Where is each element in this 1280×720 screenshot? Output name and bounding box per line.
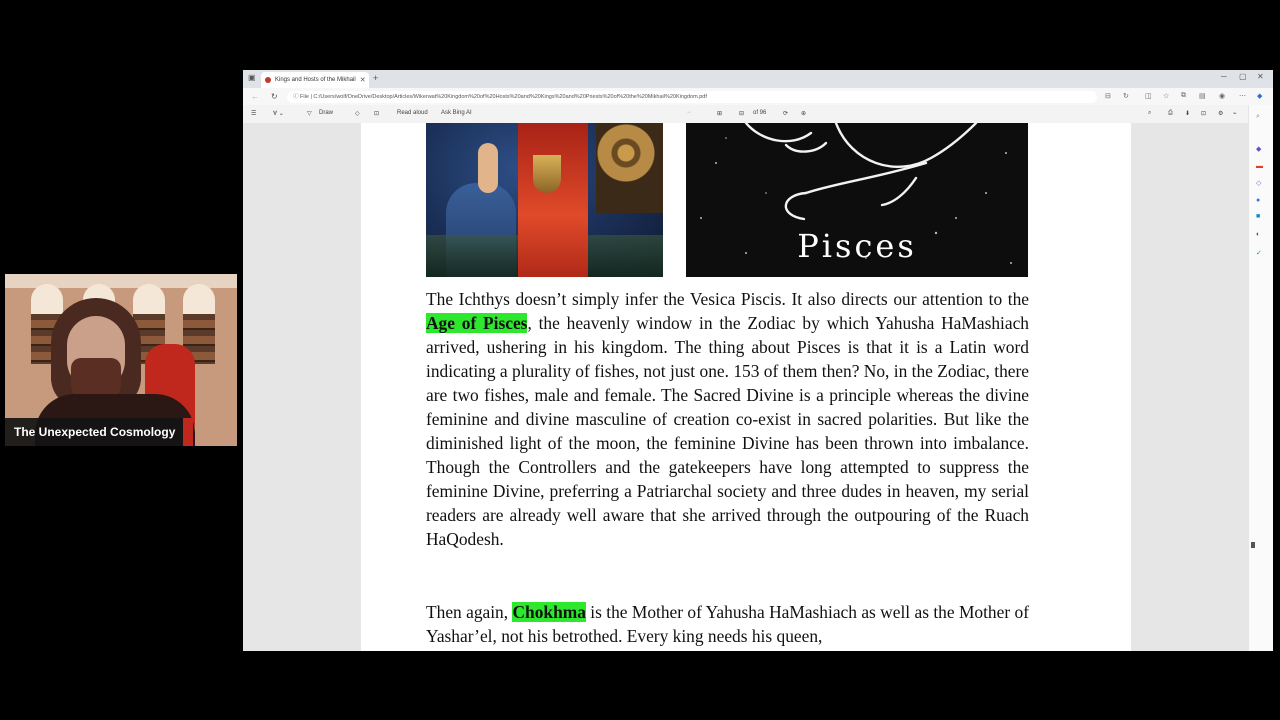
- copilot-icon[interactable]: ◆: [1257, 92, 1262, 100]
- more-icon[interactable]: ⋯: [1239, 92, 1246, 100]
- eraser-icon[interactable]: ◇: [355, 110, 360, 117]
- browser-window: ▣ Kings and Hosts of the Mikhail ✕ + ─ ▢…: [243, 70, 1273, 651]
- games-icon[interactable]: ◇: [1256, 179, 1261, 187]
- print-icon[interactable]: ⎙: [1168, 110, 1173, 117]
- para2-pre: Then again,: [426, 602, 513, 622]
- zoom-out-icon[interactable]: −: [687, 110, 691, 116]
- tools-icon[interactable]: ▬: [1256, 163, 1263, 170]
- url-text: C:/Users/wolf/OneDrive/Desktop/Articles/…: [313, 94, 707, 100]
- body-paragraph-1[interactable]: The Ichthys doesn’t simply infer the Ves…: [426, 287, 1029, 551]
- search-sidebar-icon[interactable]: ⌕: [1256, 113, 1260, 121]
- address-bar[interactable]: ⓘ File | C:/Users/wolf/OneDrive/Desktop/…: [287, 91, 1097, 103]
- contents-icon[interactable]: ☰: [251, 110, 256, 117]
- pdf-more-icon[interactable]: ⌁: [1233, 110, 1237, 117]
- tab-document[interactable]: Kings and Hosts of the Mikhail ✕: [261, 72, 369, 88]
- page-view-icon[interactable]: ⊟: [739, 110, 744, 117]
- close-window-icon[interactable]: ✕: [1257, 72, 1264, 81]
- webcam-name-label: The Unexpected Cosmology: [5, 418, 189, 446]
- label-accent: [183, 418, 193, 446]
- tab-bar: ▣ Kings and Hosts of the Mikhail ✕ + ─ ▢…: [243, 70, 1273, 88]
- rotate-icon[interactable]: ⟳: [783, 110, 788, 117]
- search-icon[interactable]: ⌕: [1148, 110, 1151, 117]
- maximize-icon[interactable]: ▢: [1239, 72, 1247, 81]
- extensions-icon[interactable]: ⧉: [1181, 92, 1186, 100]
- favorites-icon[interactable]: ☆: [1163, 92, 1169, 100]
- back-icon[interactable]: ←: [251, 92, 259, 101]
- pdf-toolbar: ☰ ∀ ⌄ ▽ Draw ◇ ⊡ Read aloud Ask Bing AI …: [243, 105, 1273, 124]
- close-tab-icon[interactable]: ✕: [360, 76, 366, 84]
- read-aloud-button[interactable]: Read aloud: [397, 110, 428, 116]
- draw-button[interactable]: Draw: [319, 110, 333, 116]
- refresh-page-icon[interactable]: ↻: [1123, 92, 1129, 100]
- read-mode-icon[interactable]: ⊟: [1105, 92, 1111, 100]
- para1-post: , the heavenly window in the Zodiac by w…: [426, 313, 1030, 549]
- tab-title: Kings and Hosts of the Mikhail: [275, 77, 356, 83]
- pdf-favicon-icon: [265, 77, 271, 83]
- drop-icon[interactable]: ✓: [1256, 249, 1262, 257]
- info-icon: ⓘ: [293, 94, 301, 100]
- highlighted-word[interactable]: Chokhma: [512, 602, 586, 622]
- outlook-icon[interactable]: ■: [1256, 213, 1260, 220]
- para1-pre: attention to the: [922, 289, 1029, 309]
- new-tab-icon[interactable]: +: [373, 73, 378, 83]
- tab-actions-icon[interactable]: ▣: [248, 73, 256, 82]
- ask-ai-button[interactable]: Ask Bing AI: [441, 110, 472, 116]
- fit-page-icon[interactable]: ⊞: [717, 110, 722, 117]
- minimize-icon[interactable]: ─: [1221, 72, 1227, 81]
- painting-image: [426, 123, 663, 277]
- profile-icon[interactable]: ◉: [1219, 92, 1225, 100]
- office-icon[interactable]: ●: [1256, 197, 1260, 204]
- highlight-icon[interactable]: ∀ ⌄: [273, 110, 284, 117]
- scrollbar-thumb[interactable]: [1251, 542, 1255, 548]
- refresh-icon[interactable]: ↻: [271, 92, 278, 101]
- sidebar-rail: ⌕ ◆ ▬ ◇ ● ■ ◐ ✓ ⚙: [1248, 105, 1273, 651]
- shopping-icon[interactable]: ◆: [1256, 145, 1261, 153]
- page-indicator: of 96: [753, 110, 767, 116]
- pdf-viewer[interactable]: Pisces The Ichthys doesn’t simply infer …: [243, 123, 1248, 651]
- save-as-icon[interactable]: ⊡: [1201, 110, 1206, 117]
- pin-toolbar-icon[interactable]: ⚙: [1218, 110, 1223, 117]
- pdf-page: Pisces The Ichthys doesn’t simply infer …: [361, 123, 1131, 651]
- pisces-image: Pisces: [686, 123, 1028, 277]
- save-icon[interactable]: ⬇: [1185, 110, 1190, 117]
- designer-icon[interactable]: ◐: [1256, 231, 1260, 238]
- body-paragraph-2[interactable]: Then again, Chokhma is the Mother of Yah…: [426, 600, 1029, 648]
- split-screen-icon[interactable]: ◫: [1145, 92, 1152, 100]
- draw-icon[interactable]: ▽: [307, 110, 312, 117]
- file-label: File: [300, 94, 309, 100]
- address-bar-row: ← ↻ ⓘ File | C:/Users/wolf/OneDrive/Desk…: [243, 88, 1273, 105]
- zoom-fit-icon[interactable]: ⊕: [801, 110, 806, 117]
- collections-icon[interactable]: ▤: [1199, 92, 1206, 100]
- image-caption: Pisces: [797, 227, 917, 265]
- add-text-icon[interactable]: ⊡: [374, 110, 379, 117]
- highlighted-phrase[interactable]: Age of Pisces: [426, 313, 528, 333]
- para1-line1: The Ichthys doesn’t simply infer the Ves…: [426, 289, 917, 309]
